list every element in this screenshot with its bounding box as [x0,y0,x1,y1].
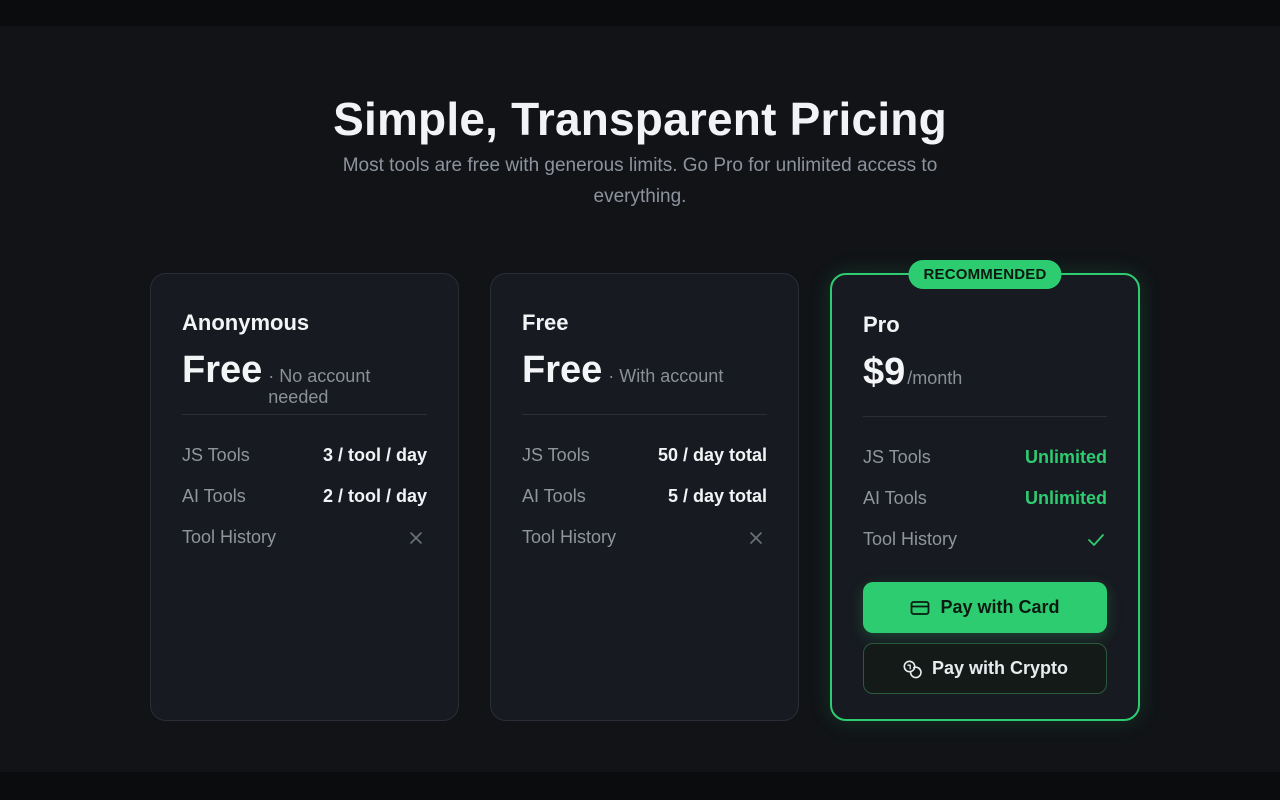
feature-list: JS Tools Unlimited AI Tools Unlimited To… [863,437,1107,560]
feature-row-ai-tools: AI Tools Unlimited [863,478,1107,519]
plan-card-free: Free Free · With account JS Tools 50 / d… [490,273,799,721]
plan-name: Anonymous [182,310,310,335]
page-title: Simple, Transparent Pricing [333,93,947,145]
recommended-badge: RECOMMENDED [908,260,1062,289]
price-row: Free · With account [522,348,767,392]
x-icon [745,527,767,549]
plan-price-note: · No account needed [268,366,371,407]
plan-price: Free [182,349,263,391]
feature-label: Tool History [863,529,958,549]
feature-value: 2 / tool / day [322,486,427,506]
credit-card-icon [910,600,930,616]
divider [863,416,1107,417]
plan-name: Free [522,310,569,335]
price-row: Free · No account needed [182,348,427,407]
feature-label: Tool History [522,527,617,547]
plan-card-anonymous: Anonymous Free · No account needed JS To… [150,273,459,721]
feature-label: AI Tools [863,488,927,508]
price-row: $9 /month [863,350,1107,394]
x-icon [405,527,427,549]
plan-price-note: /month [907,368,963,388]
feature-label: AI Tools [182,486,246,506]
feature-row-js-tools: JS Tools 50 / day total [522,435,767,476]
pricing-header: Simple, Transparent Pricing Most tools a… [0,92,1280,212]
page-subtitle: Most tools are free with generous limits… [342,155,938,207]
feature-row-js-tools: JS Tools 3 / tool / day [182,435,427,476]
feature-value: 50 / day total [657,445,767,465]
feature-row-ai-tools: AI Tools 2 / tool / day [182,476,427,517]
feature-label: JS Tools [863,447,931,467]
pay-with-crypto-label: Pay with Crypto [931,658,1069,678]
check-icon [1085,529,1107,551]
feature-row-js-tools: JS Tools Unlimited [863,437,1107,478]
pay-with-crypto-button[interactable]: Pay with Crypto [863,643,1107,694]
pay-with-card-label: Pay with Card [940,597,1060,617]
feature-list: JS Tools 3 / tool / day AI Tools 2 / too… [182,435,427,558]
feature-row-ai-tools: AI Tools 5 / day total [522,476,767,517]
coins-icon [902,659,922,679]
feature-row-tool-history: Tool History [863,519,1107,560]
feature-label: Tool History [182,527,277,547]
pay-with-card-button[interactable]: Pay with Card [863,582,1107,633]
plan-name: Pro [863,312,900,337]
feature-row-tool-history: Tool History [522,517,767,558]
feature-label: JS Tools [182,445,250,465]
feature-value: Unlimited [1024,447,1107,467]
plan-price: $9 [863,351,906,393]
feature-value: 5 / day total [667,486,767,506]
pricing-page: Simple, Transparent Pricing Most tools a… [0,0,1280,800]
feature-label: JS Tools [522,445,590,465]
plan-card-pro: RECOMMENDED Pro $9 /month JS Tools Unlim… [830,260,1140,721]
feature-value: 3 / tool / day [322,445,427,465]
feature-row-tool-history: Tool History [182,517,427,558]
divider [522,414,767,415]
plan-price: Free [522,349,603,391]
feature-list: JS Tools 50 / day total AI Tools 5 / day… [522,435,767,558]
plan-price-note: · With account [608,366,724,386]
feature-label: AI Tools [522,486,586,506]
divider [182,414,427,415]
feature-value: Unlimited [1024,488,1107,508]
